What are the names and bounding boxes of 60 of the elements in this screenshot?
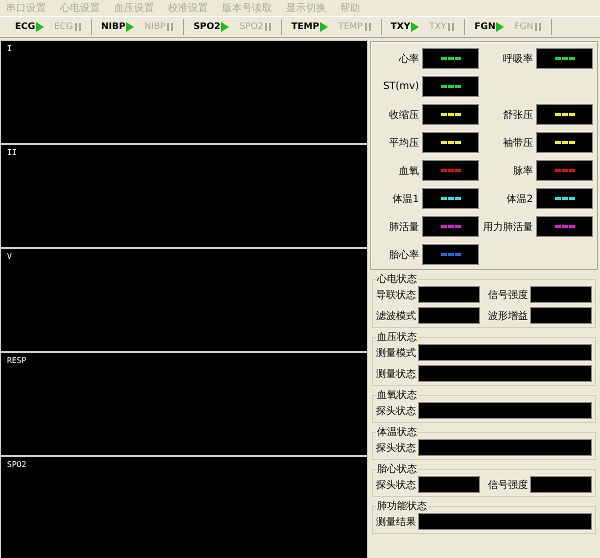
field-label: 信号强度 [488, 288, 528, 302]
readout-label: 平均压 [388, 136, 419, 150]
readout-label: 血氧 [398, 164, 419, 178]
readout-label: 体温2 [506, 192, 533, 206]
field-label: 探头状态 [376, 478, 416, 492]
field-label: 探头状态 [376, 442, 416, 454]
field-label: 波形增益 [488, 310, 528, 322]
status-field [418, 307, 480, 324]
pause-icon [264, 22, 272, 32]
readout-label: 胎心率 [388, 248, 419, 262]
readout-label: 心率 [398, 52, 419, 66]
start-button[interactable]: SPO2 [190, 19, 232, 35]
readout-label: 收缩压 [388, 108, 419, 122]
readout-label: 呼吸率 [502, 52, 533, 66]
status-field [530, 307, 592, 324]
start-button[interactable]: TXY [388, 19, 422, 35]
readout-label: 袖带压 [502, 136, 533, 150]
channel-label: I [7, 44, 12, 53]
field-label: 信号强度 [488, 478, 528, 492]
start-button[interactable]: TEMP [288, 19, 332, 35]
channel-label: V [7, 252, 12, 261]
field-label: 测量模式 [376, 346, 416, 360]
play-icon [126, 22, 134, 32]
play-icon [320, 22, 328, 32]
readout-label: 体温1 [392, 192, 419, 206]
field-label: 滤波模式 [376, 310, 416, 322]
pause-icon [364, 22, 372, 32]
status-field [418, 286, 480, 303]
readout-label: 舒张压 [502, 108, 533, 122]
field-label: 导联状态 [376, 288, 416, 302]
field-label: 测量状态 [376, 368, 416, 380]
group-title: 血氧状态 [376, 388, 418, 402]
readout-label: ST(mv) [382, 81, 419, 92]
group-title: 体温状态 [376, 426, 418, 439]
start-button[interactable]: FGN [471, 19, 508, 35]
channel-label: RESP [7, 356, 26, 365]
group-title: 血压状态 [376, 330, 418, 344]
field-label: 探头状态 [376, 404, 416, 418]
channel-label: SPO2 [7, 460, 26, 469]
pause-icon [534, 22, 542, 32]
pause-icon [74, 22, 82, 32]
play-icon [496, 22, 504, 32]
play-icon [221, 22, 230, 32]
readout-label: 脉率 [512, 164, 533, 178]
start-button[interactable]: ECG [12, 19, 48, 35]
status-field [530, 286, 592, 303]
pause-icon [447, 22, 456, 32]
status-field [530, 476, 592, 493]
readout-label: 肺活量 [388, 220, 419, 234]
status-field [418, 476, 480, 493]
group-title: 胎心状态 [376, 462, 418, 476]
channel-label: II [7, 148, 17, 157]
readout-label: 用力肺活量 [482, 220, 533, 234]
play-icon [411, 22, 420, 32]
play-icon [36, 22, 44, 32]
group-title: 肺功能状态 [376, 500, 428, 513]
pause-icon [166, 22, 174, 32]
start-button[interactable]: NIBP [98, 19, 138, 35]
group-title: 心电状态 [376, 272, 418, 286]
field-label: 测量结果 [376, 516, 416, 528]
